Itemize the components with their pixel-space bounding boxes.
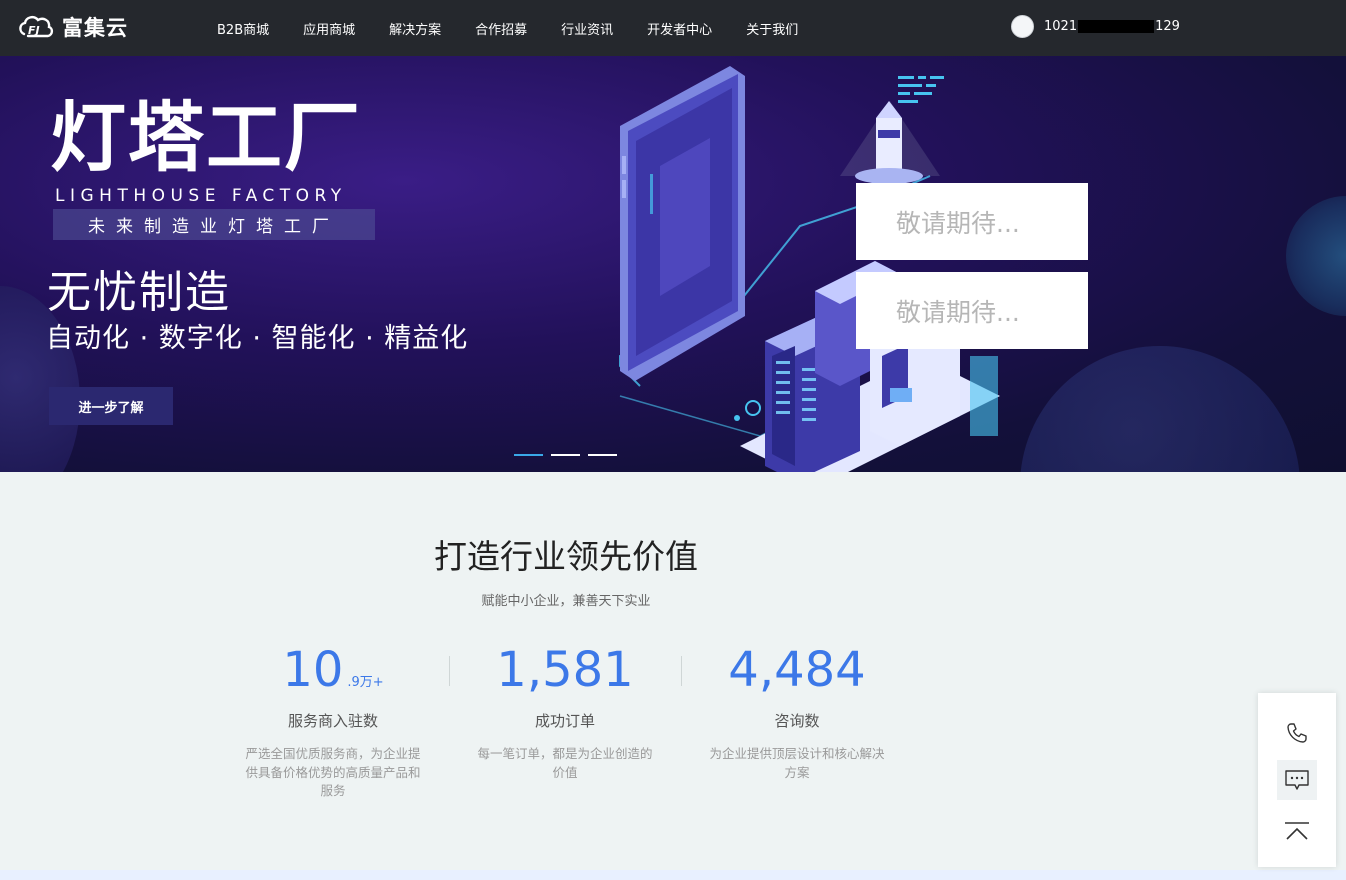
top-navigation-bar: FJ 富集云 B2B商城 应用商城 解决方案 合作招募 行业资讯 开发者中心 关… [0, 0, 1346, 56]
coming-soon-card[interactable]: 敬请期待... [856, 183, 1088, 260]
logo-icon: FJ [18, 12, 54, 42]
carousel-indicators [514, 454, 625, 456]
decorative-glow [1286, 196, 1346, 316]
divider [681, 656, 682, 686]
user-id-prefix: 1021 [1044, 19, 1078, 34]
nav-item-app-store[interactable]: 应用商城 [303, 19, 355, 38]
stat-orders: 1,581 成功订单 每一笔订单，都是为企业创造的价值 [475, 640, 655, 782]
nav-item-developer-center[interactable]: 开发者中心 [647, 19, 712, 38]
stat-number: 10 [282, 642, 344, 698]
stat-number: 4,484 [728, 642, 866, 698]
hero-title: 灯塔工厂 [50, 93, 362, 182]
carousel-dot-3[interactable] [588, 454, 617, 456]
next-section-edge [0, 870, 1346, 880]
hero-title-en: LIGHTHOUSE FACTORY [55, 186, 347, 206]
nav-item-b2b-mall[interactable]: B2B商城 [217, 19, 269, 38]
stat-description: 严选全国优质服务商，为企业提供具备价格优势的高质量产品和服务 [245, 746, 421, 798]
hero-banner: 灯塔工厂 LIGHTHOUSE FACTORY 未来制造业灯塔工厂 无忧制造 自… [0, 56, 1346, 472]
floating-toolbar [1258, 693, 1336, 867]
stat-unit: .9万+ [347, 675, 384, 690]
phone-icon[interactable] [1277, 713, 1317, 753]
nav-item-about-us[interactable]: 关于我们 [746, 19, 798, 38]
decorative-planet-right [1020, 346, 1300, 472]
avatar[interactable] [1011, 15, 1034, 38]
hero-subtitle: 无忧制造 [47, 267, 231, 318]
site-logo[interactable]: FJ 富集云 [18, 12, 128, 42]
user-id-suffix: 129 [1155, 19, 1180, 34]
chat-icon[interactable] [1277, 760, 1317, 800]
stat-number-row: 10.9万+ [243, 640, 423, 700]
user-id: 1021 129 [1044, 19, 1180, 34]
section-title: 打造行业领先价值 [434, 537, 698, 576]
logo-text: 富集云 [62, 16, 128, 40]
nav-item-partners[interactable]: 合作招募 [475, 19, 527, 38]
stat-description: 为企业提供顶层设计和核心解决方案 [709, 746, 885, 780]
section-subtitle: 赋能中小企业，兼善天下实业 [481, 594, 651, 609]
stat-label: 咨询数 [774, 712, 820, 730]
stat-number: 1,581 [496, 642, 634, 698]
stat-description: 每一笔订单，都是为企业创造的价值 [477, 746, 653, 780]
divider [449, 656, 450, 686]
stat-label: 成功订单 [534, 712, 595, 730]
svg-text:FJ: FJ [28, 24, 40, 37]
redaction-bar [1078, 20, 1155, 33]
stat-providers: 10.9万+ 服务商入驻数 严选全国优质服务商，为企业提供具备价格优势的高质量产… [243, 640, 423, 801]
back-to-top-icon[interactable] [1277, 811, 1317, 851]
stat-label: 服务商入驻数 [287, 712, 378, 730]
stat-number-row: 4,484 [707, 640, 887, 700]
hero-illustration [619, 66, 1000, 472]
nav-item-news[interactable]: 行业资讯 [561, 19, 613, 38]
hero-features: 自动化 · 数字化 · 智能化 · 精益化 [46, 323, 469, 354]
carousel-dot-1[interactable] [514, 454, 543, 456]
hero-tagline: 未来制造业灯塔工厂 [53, 209, 375, 240]
user-menu[interactable]: 1021 129 [1011, 15, 1180, 38]
main-nav: B2B商城 应用商城 解决方案 合作招募 行业资讯 开发者中心 关于我们 [200, 0, 798, 56]
stat-inquiries: 4,484 咨询数 为企业提供顶层设计和核心解决方案 [707, 640, 887, 782]
stat-number-row: 1,581 [475, 640, 655, 700]
carousel-dot-2[interactable] [551, 454, 580, 456]
learn-more-button[interactable]: 进一步了解 [49, 387, 173, 425]
coming-soon-card[interactable]: 敬请期待... [856, 272, 1088, 349]
nav-item-solutions[interactable]: 解决方案 [389, 19, 441, 38]
